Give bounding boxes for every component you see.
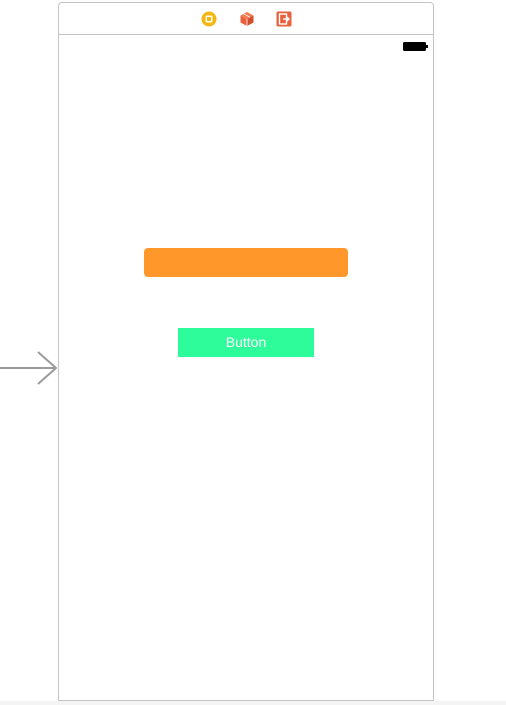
green-button[interactable]: Button [178, 328, 314, 357]
scene-dock [59, 3, 433, 35]
battery-icon [403, 42, 428, 51]
view-controller-icon[interactable] [201, 11, 217, 27]
first-responder-icon[interactable] [239, 11, 255, 27]
storyboard-canvas: Button [0, 0, 506, 705]
canvas-bottom-edge [0, 701, 506, 705]
view-controller-scene[interactable]: Button [58, 2, 434, 701]
initial-view-controller-arrow-icon[interactable] [0, 350, 60, 386]
root-view[interactable]: Button [59, 35, 433, 700]
orange-view[interactable] [144, 248, 348, 277]
exit-icon[interactable] [276, 11, 292, 27]
